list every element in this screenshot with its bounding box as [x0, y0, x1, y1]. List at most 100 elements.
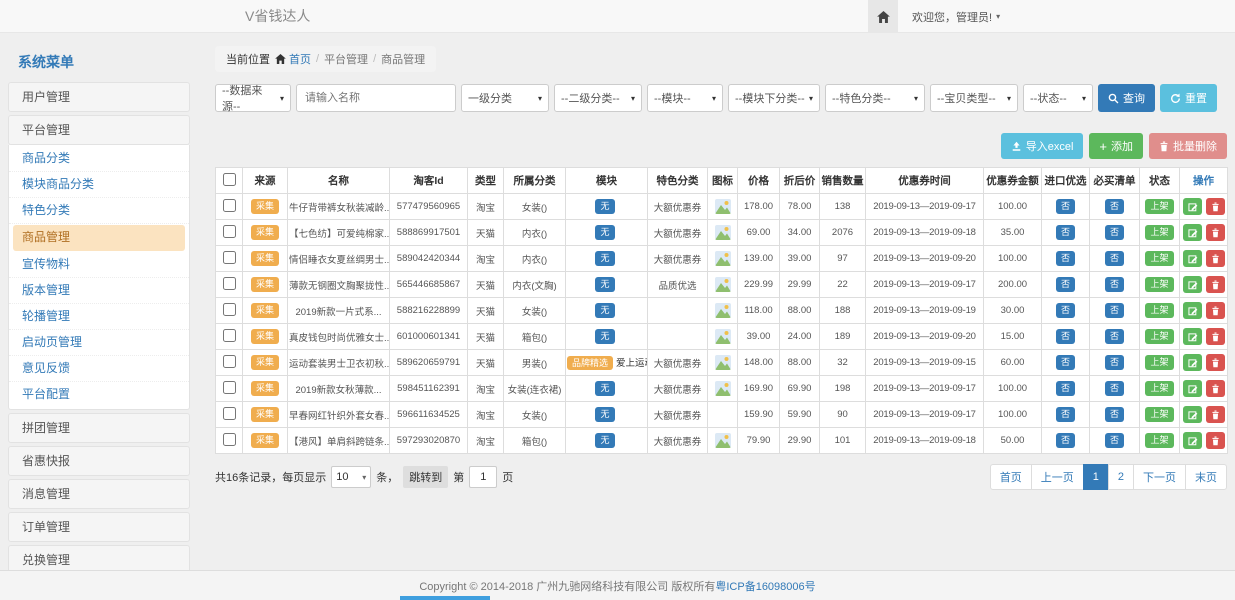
- status-badge[interactable]: 上架: [1145, 433, 1173, 447]
- must-buy-badge[interactable]: 否: [1105, 251, 1124, 265]
- page-number-input[interactable]: [469, 466, 497, 488]
- import-opt-badge[interactable]: 否: [1056, 407, 1075, 421]
- status-badge[interactable]: 上架: [1145, 329, 1173, 343]
- sidebar-item-feature-category[interactable]: 特色分类: [9, 198, 189, 224]
- edit-button[interactable]: [1183, 250, 1202, 267]
- import-opt-badge[interactable]: 否: [1056, 277, 1075, 291]
- delete-button[interactable]: [1206, 224, 1225, 241]
- sidebar-item-platform-config[interactable]: 平台配置: [9, 382, 189, 408]
- filter-item-type-select[interactable]: --宝贝类型--▾: [930, 84, 1018, 112]
- breadcrumb-home-link[interactable]: 首页: [275, 51, 311, 67]
- import-opt-badge[interactable]: 否: [1056, 225, 1075, 239]
- status-badge[interactable]: 上架: [1145, 225, 1173, 239]
- edit-button[interactable]: [1183, 432, 1202, 449]
- sidebar-group-savings-news[interactable]: 省惠快报: [8, 446, 190, 476]
- status-badge[interactable]: 上架: [1145, 277, 1173, 291]
- jump-to-button[interactable]: 跳转到: [403, 466, 448, 488]
- delete-button[interactable]: [1206, 302, 1225, 319]
- must-buy-badge[interactable]: 否: [1105, 225, 1124, 239]
- row-checkbox[interactable]: [223, 355, 236, 368]
- first-page-button[interactable]: 首页: [990, 464, 1032, 490]
- last-page-button[interactable]: 末页: [1185, 464, 1227, 490]
- delete-button[interactable]: [1206, 406, 1225, 423]
- row-checkbox[interactable]: [223, 251, 236, 264]
- sidebar-item-product-category[interactable]: 商品分类: [9, 146, 189, 172]
- edit-button[interactable]: [1183, 224, 1202, 241]
- must-buy-badge[interactable]: 否: [1105, 381, 1124, 395]
- sidebar-item-product-mgmt[interactable]: 商品管理: [13, 225, 185, 251]
- filter-module-select[interactable]: --模块--▾: [647, 84, 723, 112]
- delete-button[interactable]: [1206, 380, 1225, 397]
- prev-page-button[interactable]: 上一页: [1031, 464, 1084, 490]
- status-badge[interactable]: 上架: [1145, 355, 1173, 369]
- sidebar-item-carousel-mgmt[interactable]: 轮播管理: [9, 304, 189, 330]
- status-badge[interactable]: 上架: [1145, 381, 1173, 395]
- import-opt-badge[interactable]: 否: [1056, 329, 1075, 343]
- row-checkbox[interactable]: [223, 199, 236, 212]
- must-buy-badge[interactable]: 否: [1105, 277, 1124, 291]
- status-badge[interactable]: 上架: [1145, 199, 1173, 213]
- sidebar-group-groupbuy-mgmt[interactable]: 拼团管理: [8, 413, 190, 443]
- delete-button[interactable]: [1206, 354, 1225, 371]
- edit-button[interactable]: [1183, 354, 1202, 371]
- sidebar-group-user-mgmt[interactable]: 用户管理: [8, 82, 190, 112]
- delete-button[interactable]: [1206, 432, 1225, 449]
- status-badge[interactable]: 上架: [1145, 303, 1173, 317]
- page-button-1[interactable]: 1: [1083, 464, 1109, 490]
- status-badge[interactable]: 上架: [1145, 251, 1173, 265]
- delete-button[interactable]: [1206, 250, 1225, 267]
- import-opt-badge[interactable]: 否: [1056, 381, 1075, 395]
- must-buy-badge[interactable]: 否: [1105, 355, 1124, 369]
- edit-button[interactable]: [1183, 198, 1202, 215]
- filter-cat2-select[interactable]: --二级分类--▾: [554, 84, 642, 112]
- name-search-input[interactable]: [296, 84, 456, 112]
- row-checkbox[interactable]: [223, 407, 236, 420]
- delete-button[interactable]: [1206, 328, 1225, 345]
- batch-delete-button[interactable]: 批量删除: [1149, 133, 1227, 159]
- reset-button[interactable]: 重置: [1160, 84, 1217, 112]
- status-badge[interactable]: 上架: [1145, 407, 1173, 421]
- add-button[interactable]: + 添加: [1089, 133, 1143, 159]
- user-menu[interactable]: 欢迎您，管理员! ▾: [912, 9, 1000, 25]
- filter-module-sub-select[interactable]: --模块下分类--▾: [728, 84, 820, 112]
- delete-button[interactable]: [1206, 276, 1225, 293]
- row-checkbox[interactable]: [223, 277, 236, 290]
- filter-status-select[interactable]: --状态--▾: [1023, 84, 1093, 112]
- edit-button[interactable]: [1183, 302, 1202, 319]
- filter-source-select[interactable]: --数据来源--▾: [215, 84, 291, 112]
- sidebar-group-platform-mgmt[interactable]: 平台管理: [8, 115, 190, 145]
- sidebar-item-promo-material[interactable]: 宣传物料: [9, 252, 189, 278]
- row-checkbox[interactable]: [223, 225, 236, 238]
- sidebar-item-splash-mgmt[interactable]: 启动页管理: [9, 330, 189, 356]
- must-buy-badge[interactable]: 否: [1105, 199, 1124, 213]
- must-buy-badge[interactable]: 否: [1105, 329, 1124, 343]
- import-opt-badge[interactable]: 否: [1056, 251, 1075, 265]
- import-opt-badge[interactable]: 否: [1056, 303, 1075, 317]
- delete-button[interactable]: [1206, 198, 1225, 215]
- icp-link[interactable]: 粤ICP备16098006号: [715, 578, 815, 594]
- must-buy-badge[interactable]: 否: [1105, 433, 1124, 447]
- filter-feature-select[interactable]: --特色分类--▾: [825, 84, 925, 112]
- sidebar-group-order-mgmt[interactable]: 订单管理: [8, 512, 190, 542]
- sidebar-item-version-mgmt[interactable]: 版本管理: [9, 278, 189, 304]
- import-opt-badge[interactable]: 否: [1056, 355, 1075, 369]
- sidebar-item-module-product-category[interactable]: 模块商品分类: [9, 172, 189, 198]
- edit-button[interactable]: [1183, 328, 1202, 345]
- row-checkbox[interactable]: [223, 329, 236, 342]
- page-button-2[interactable]: 2: [1108, 464, 1134, 490]
- sidebar-item-feedback[interactable]: 意见反馈: [9, 356, 189, 382]
- search-button[interactable]: 查询: [1098, 84, 1155, 112]
- edit-button[interactable]: [1183, 276, 1202, 293]
- select-all-checkbox[interactable]: [223, 173, 236, 186]
- row-checkbox[interactable]: [223, 433, 236, 446]
- must-buy-badge[interactable]: 否: [1105, 407, 1124, 421]
- home-button[interactable]: [868, 0, 898, 33]
- sidebar-group-message-mgmt[interactable]: 消息管理: [8, 479, 190, 509]
- filter-cat1-select[interactable]: 一级分类▾: [461, 84, 549, 112]
- row-checkbox[interactable]: [223, 381, 236, 394]
- edit-button[interactable]: [1183, 380, 1202, 397]
- must-buy-badge[interactable]: 否: [1105, 303, 1124, 317]
- edit-button[interactable]: [1183, 406, 1202, 423]
- import-opt-badge[interactable]: 否: [1056, 199, 1075, 213]
- import-excel-button[interactable]: 导入excel: [1001, 133, 1084, 159]
